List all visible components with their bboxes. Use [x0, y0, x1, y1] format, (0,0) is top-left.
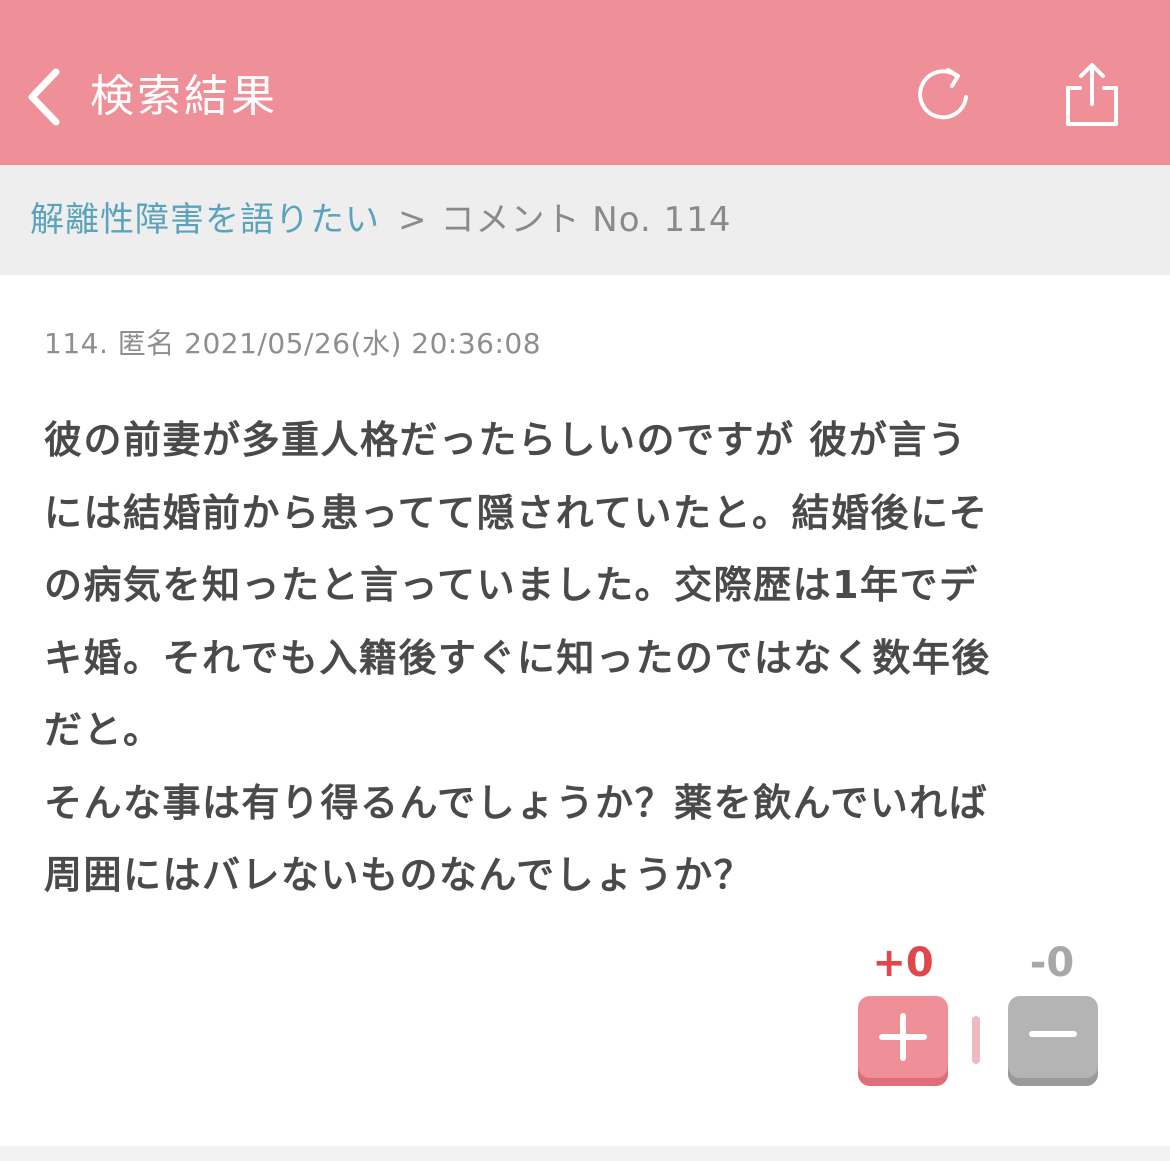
comment-author: 匿名	[117, 327, 175, 360]
minus-vote-count: -0	[1029, 940, 1075, 986]
comment-line: 周囲にはバレないものなんでしょうか？	[44, 853, 754, 897]
comment-datetime: 2021/05/26(水) 20:36:08	[184, 327, 542, 360]
comment-meta: 114. 匿名 2021/05/26(水) 20:36:08	[44, 322, 541, 362]
comment-line: 彼の前妻が多重人格だったらしいのですが 彼が言う	[44, 418, 968, 462]
comment-line: そんな事は有り得るんでしょうか？薬を飲んでいれば	[44, 780, 989, 825]
comment-body: 彼の前妻が多重人格だったらしいのですが 彼が言う には結婚前から患ってて隠されてい…	[44, 404, 1134, 912]
comment-line: キ婚。それでも入籍後すぐに知ったのではなく数年後	[44, 635, 991, 680]
comment-line: の病気を知ったと言っていました。交際歴は1年でデ	[44, 563, 979, 607]
minus-vote-button[interactable]	[1008, 996, 1098, 1086]
comment-line: には結婚前から患ってて隠されていたと。結婚後にそ	[44, 490, 989, 535]
breadcrumb-current: コメント No. 114	[440, 200, 732, 240]
bottom-divider	[0, 1146, 1170, 1161]
plus-vote-count: +0	[872, 940, 934, 986]
chevron-left-icon	[28, 68, 60, 126]
refresh-icon	[918, 68, 968, 120]
app-header: 検索結果	[0, 0, 1170, 165]
minus-icon	[1029, 1031, 1077, 1037]
comment-number: 114.	[44, 327, 109, 360]
refresh-button[interactable]	[912, 66, 974, 128]
share-button[interactable]	[1060, 60, 1122, 130]
breadcrumb: 解離性障害を語りたい > コメント No. 114	[30, 165, 731, 275]
share-icon	[1066, 63, 1118, 126]
breadcrumb-bar: 解離性障害を語りたい > コメント No. 114	[0, 165, 1170, 275]
vote-ratio-bar	[972, 1016, 980, 1064]
plus-icon	[879, 1013, 927, 1061]
breadcrumb-separator: >	[398, 200, 427, 240]
breadcrumb-topic-link[interactable]: 解離性障害を語りたい	[30, 200, 380, 240]
comment-line: だと。	[44, 708, 163, 752]
plus-vote-button[interactable]	[858, 996, 948, 1086]
back-button[interactable]	[22, 66, 68, 128]
page-title: 検索結果	[90, 71, 278, 122]
